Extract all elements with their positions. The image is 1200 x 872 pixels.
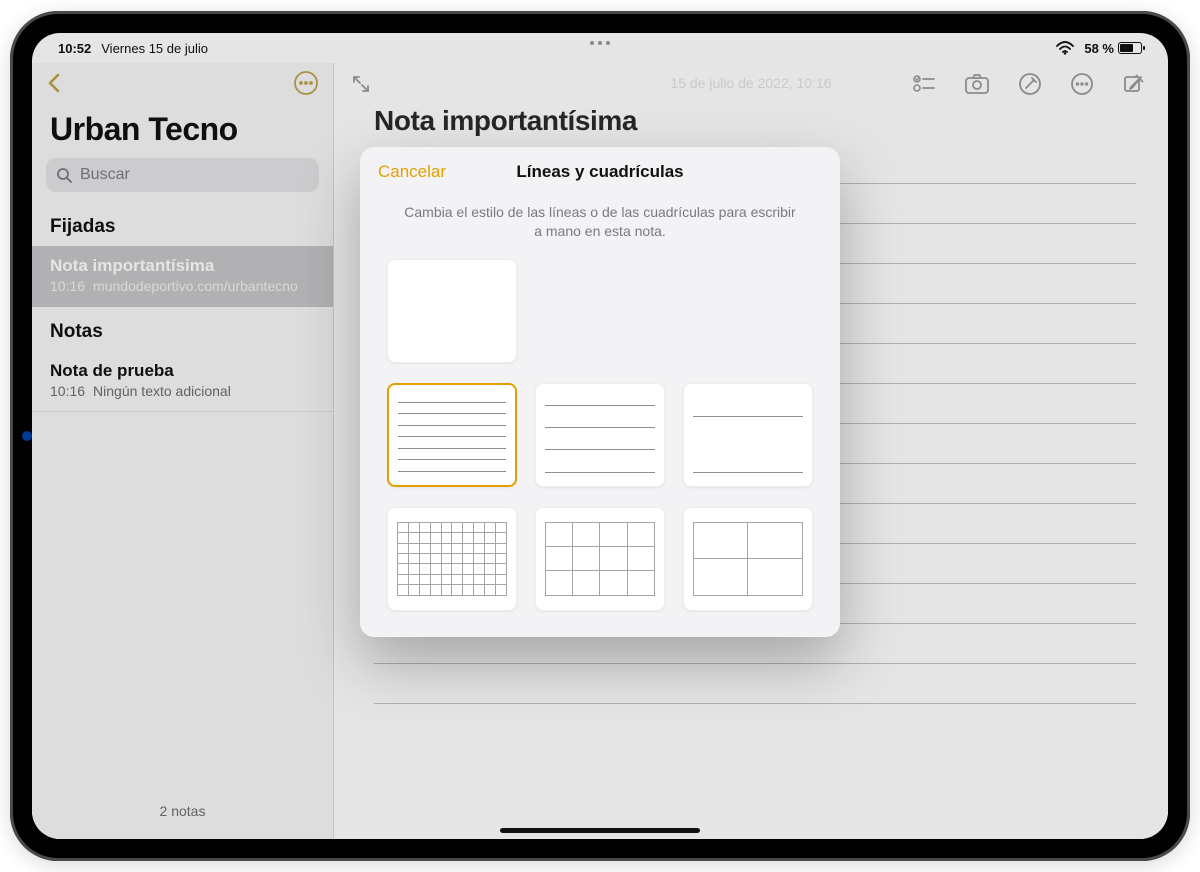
style-option-lines-medium[interactable]: [535, 383, 665, 487]
style-option-lines-narrow[interactable]: [387, 383, 517, 487]
note-time: 10:16: [50, 278, 85, 294]
wifi-icon: [1056, 41, 1074, 55]
note-preview: mundodeportivo.com/urbantecno: [93, 278, 298, 294]
ipad-frame: 10:52 Viernes 15 de julio 58 %: [10, 11, 1190, 861]
style-option-lines-wide[interactable]: [683, 383, 813, 487]
search-placeholder: Buscar: [80, 166, 130, 184]
section-notes-header: Notas: [32, 307, 333, 351]
status-date: Viernes 15 de julio: [101, 41, 208, 56]
section-pinned-header: Fijadas: [32, 202, 333, 246]
sidebar-more-button[interactable]: [293, 70, 319, 101]
magnifying-glass-icon: [56, 167, 72, 183]
style-option-grid-medium[interactable]: [535, 507, 665, 611]
multitasking-dots[interactable]: [590, 41, 610, 45]
sheet-title: Líneas y cuadrículas: [516, 162, 683, 182]
sheet-subtitle: Cambia el estilo de las líneas o de las …: [360, 197, 840, 259]
note-title: Nota de prueba: [50, 361, 315, 381]
battery-indicator: 58 %: [1084, 41, 1142, 56]
sidebar: Urban Tecno Buscar Fijadas Nota importan…: [32, 63, 334, 839]
status-time: 10:52: [58, 41, 91, 56]
cancel-button[interactable]: Cancelar: [378, 162, 446, 182]
style-option-none[interactable]: [387, 259, 517, 363]
note-title: Nota importantísima: [50, 256, 315, 276]
battery-icon: [1118, 42, 1142, 54]
note-time: 10:16: [50, 383, 85, 399]
style-option-grid-small[interactable]: [387, 507, 517, 611]
sidebar-footer-count: 2 notas: [32, 789, 333, 839]
note-date-line: 15 de julio de 2022, 10:16: [334, 75, 1168, 91]
search-field[interactable]: Buscar: [46, 158, 319, 192]
style-option-grid-large[interactable]: [683, 507, 813, 611]
battery-percent: 58 %: [1084, 41, 1114, 56]
power-led: [22, 431, 32, 441]
home-indicator[interactable]: [500, 828, 700, 833]
back-button[interactable]: [46, 71, 64, 100]
note-preview: Ningún texto adicional: [93, 383, 231, 399]
style-options-grid: [360, 259, 840, 611]
note-list-item-0[interactable]: Nota de prueba 10:16 Ningún texto adicion…: [32, 351, 333, 412]
note-list-item-pinned-0[interactable]: Nota importantísima 10:16 mundodeportivo.…: [32, 246, 333, 307]
lines-grids-sheet: Cancelar Líneas y cuadrículas Cambia el …: [360, 147, 840, 637]
folder-title: Urban Tecno: [32, 107, 333, 158]
status-bar: 10:52 Viernes 15 de julio 58 %: [32, 33, 1168, 63]
screen: 10:52 Viernes 15 de julio 58 %: [32, 33, 1168, 839]
note-body-title[interactable]: Nota importantísima: [334, 97, 1168, 151]
